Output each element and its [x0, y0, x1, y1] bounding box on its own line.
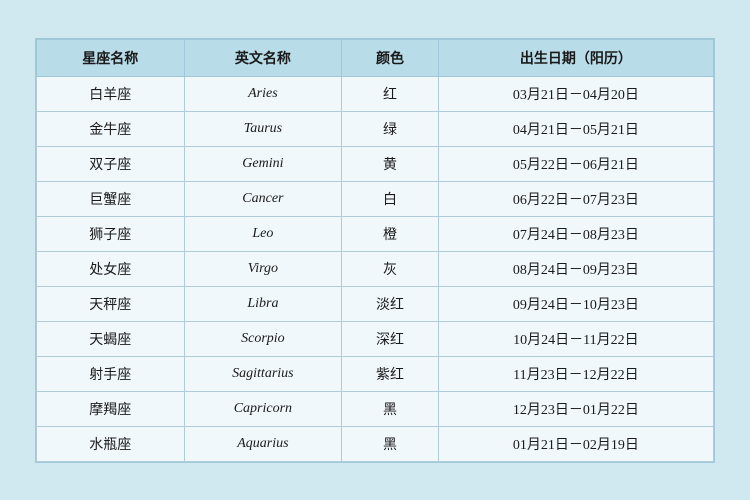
table-row: 天秤座Libra淡红09月24日－10月23日	[37, 286, 714, 321]
cell-color: 紫红	[342, 356, 439, 391]
cell-color: 白	[342, 181, 439, 216]
table-row: 射手座Sagittarius紫红11月23日－12月22日	[37, 356, 714, 391]
cell-dates: 11月23日－12月22日	[438, 356, 713, 391]
cell-english-name: Virgo	[184, 251, 342, 286]
cell-english-name: Aries	[184, 76, 342, 111]
cell-chinese-name: 狮子座	[37, 216, 185, 251]
cell-dates: 06月22日－07月23日	[438, 181, 713, 216]
cell-color: 黑	[342, 391, 439, 426]
cell-color: 淡红	[342, 286, 439, 321]
cell-color: 黄	[342, 146, 439, 181]
cell-dates: 01月21日－02月19日	[438, 426, 713, 461]
cell-chinese-name: 双子座	[37, 146, 185, 181]
cell-dates: 08月24日－09月23日	[438, 251, 713, 286]
col-header-english: 英文名称	[184, 39, 342, 76]
table-body: 白羊座Aries红03月21日－04月20日金牛座Taurus绿04月21日－0…	[37, 76, 714, 461]
table-row: 天蝎座Scorpio深红10月24日－11月22日	[37, 321, 714, 356]
cell-color: 深红	[342, 321, 439, 356]
cell-dates: 03月21日－04月20日	[438, 76, 713, 111]
cell-dates: 04月21日－05月21日	[438, 111, 713, 146]
table-row: 处女座Virgo灰08月24日－09月23日	[37, 251, 714, 286]
col-header-color: 颜色	[342, 39, 439, 76]
cell-chinese-name: 天蝎座	[37, 321, 185, 356]
cell-english-name: Sagittarius	[184, 356, 342, 391]
cell-color: 灰	[342, 251, 439, 286]
cell-english-name: Cancer	[184, 181, 342, 216]
col-header-chinese: 星座名称	[37, 39, 185, 76]
table-row: 巨蟹座Cancer白06月22日－07月23日	[37, 181, 714, 216]
cell-color: 黑	[342, 426, 439, 461]
table-row: 双子座Gemini黄05月22日－06月21日	[37, 146, 714, 181]
cell-chinese-name: 巨蟹座	[37, 181, 185, 216]
cell-dates: 12月23日－01月22日	[438, 391, 713, 426]
cell-chinese-name: 射手座	[37, 356, 185, 391]
cell-chinese-name: 天秤座	[37, 286, 185, 321]
table-row: 水瓶座Aquarius黑01月21日－02月19日	[37, 426, 714, 461]
zodiac-table-container: 星座名称 英文名称 颜色 出生日期（阳历） 白羊座Aries红03月21日－04…	[35, 38, 715, 463]
cell-chinese-name: 金牛座	[37, 111, 185, 146]
zodiac-table: 星座名称 英文名称 颜色 出生日期（阳历） 白羊座Aries红03月21日－04…	[36, 39, 714, 462]
cell-english-name: Leo	[184, 216, 342, 251]
table-row: 金牛座Taurus绿04月21日－05月21日	[37, 111, 714, 146]
cell-chinese-name: 处女座	[37, 251, 185, 286]
table-header-row: 星座名称 英文名称 颜色 出生日期（阳历）	[37, 39, 714, 76]
cell-dates: 09月24日－10月23日	[438, 286, 713, 321]
cell-dates: 10月24日－11月22日	[438, 321, 713, 356]
cell-color: 橙	[342, 216, 439, 251]
cell-chinese-name: 摩羯座	[37, 391, 185, 426]
cell-dates: 07月24日－08月23日	[438, 216, 713, 251]
table-row: 摩羯座Capricorn黑12月23日－01月22日	[37, 391, 714, 426]
cell-english-name: Aquarius	[184, 426, 342, 461]
cell-color: 绿	[342, 111, 439, 146]
cell-color: 红	[342, 76, 439, 111]
cell-english-name: Scorpio	[184, 321, 342, 356]
cell-english-name: Taurus	[184, 111, 342, 146]
cell-chinese-name: 白羊座	[37, 76, 185, 111]
table-row: 白羊座Aries红03月21日－04月20日	[37, 76, 714, 111]
table-row: 狮子座Leo橙07月24日－08月23日	[37, 216, 714, 251]
cell-english-name: Libra	[184, 286, 342, 321]
cell-dates: 05月22日－06月21日	[438, 146, 713, 181]
col-header-dates: 出生日期（阳历）	[438, 39, 713, 76]
cell-chinese-name: 水瓶座	[37, 426, 185, 461]
cell-english-name: Capricorn	[184, 391, 342, 426]
cell-english-name: Gemini	[184, 146, 342, 181]
